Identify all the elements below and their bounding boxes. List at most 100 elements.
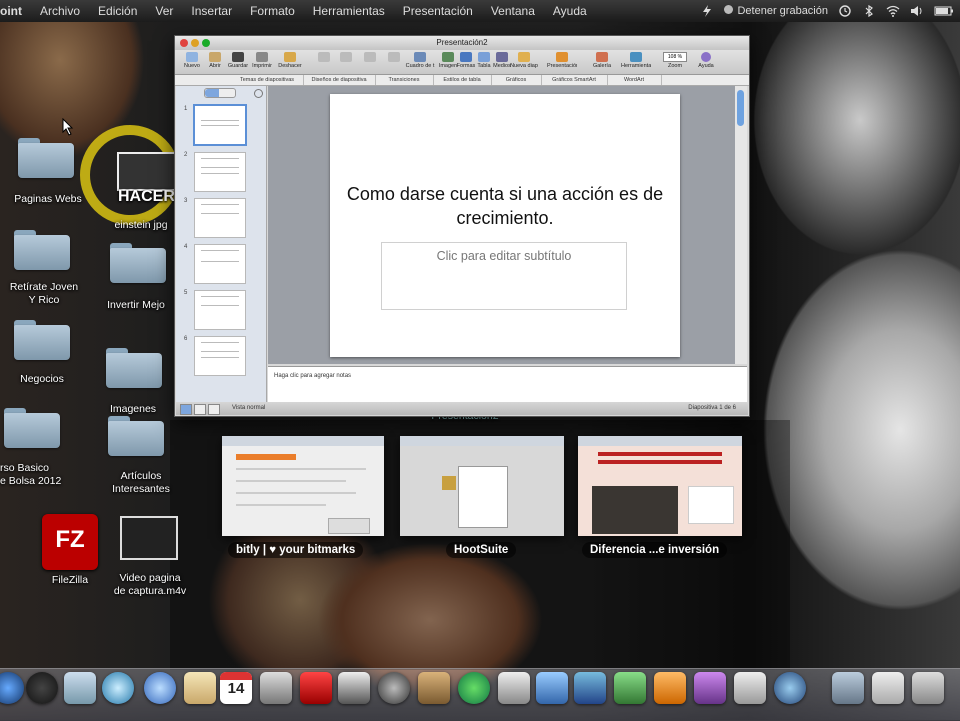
time-machine-dock-icon[interactable] — [458, 672, 490, 704]
slide-sorter-view-icon[interactable] — [194, 404, 206, 415]
skype-icon[interactable] — [574, 672, 606, 704]
window-title-bar[interactable]: Presentación2 — [175, 36, 749, 50]
undo-button[interactable]: Deshacer — [275, 52, 305, 74]
applications-folder-icon[interactable] — [832, 672, 864, 704]
messenger-icon[interactable] — [536, 672, 568, 704]
tab-transitions[interactable]: Transiciones — [375, 75, 434, 85]
entourage-icon[interactable] — [694, 672, 726, 704]
scroll-thumb[interactable] — [737, 90, 744, 126]
excel-icon[interactable] — [614, 672, 646, 704]
print-button[interactable]: Imprimir — [247, 52, 277, 74]
safari-icon[interactable] — [102, 672, 134, 704]
powerpoint-dock-icon[interactable] — [654, 672, 686, 704]
documents-stack-icon[interactable] — [872, 672, 904, 704]
video-thumbnail[interactable] — [120, 516, 178, 560]
tab-smartart[interactable]: Gráficos SmartArt — [541, 75, 608, 85]
slide-subtitle-placeholder[interactable]: Clic para editar subtítulo — [381, 242, 627, 310]
desktop-label-negocios[interactable]: Negocios — [4, 373, 80, 386]
expose-window-bitly[interactable] — [222, 436, 384, 536]
menu-formato[interactable]: Formato — [250, 4, 295, 18]
slide-thumbnail-4[interactable] — [194, 244, 246, 284]
folder-icon[interactable] — [18, 138, 74, 178]
filezilla-icon[interactable]: FZ — [42, 514, 98, 570]
slide-title[interactable]: Como darse cuenta si una acción es de cr… — [340, 182, 670, 230]
expose-label-hootsuite[interactable]: HootSuite — [446, 542, 517, 558]
desktop-label-articulos[interactable]: Artículos Interesantes — [108, 470, 174, 496]
downloads-icon[interactable] — [774, 672, 806, 704]
bluetooth-icon[interactable] — [862, 5, 876, 17]
textbox-button[interactable]: Cuadro de t — [405, 52, 435, 74]
preview-icon[interactable] — [64, 672, 96, 704]
close-window-icon[interactable] — [180, 39, 188, 47]
folder-icon[interactable] — [108, 416, 164, 456]
desktop-label-paginas[interactable]: Paginas Webs — [0, 193, 96, 206]
normal-view-icon[interactable] — [180, 404, 192, 415]
wifi-icon[interactable] — [886, 5, 900, 17]
expose-window-hootsuite[interactable] — [400, 436, 564, 536]
expose-label-diferencia[interactable]: Diferencia ...e inversión — [582, 542, 728, 558]
slideshow-view-icon[interactable] — [208, 404, 220, 415]
help-button[interactable]: Ayuda — [691, 52, 721, 74]
document-icon[interactable] — [734, 672, 766, 704]
menu-ver[interactable]: Ver — [155, 4, 173, 18]
desktop-label-curso[interactable]: rso Basico e Bolsa 2012 — [0, 462, 76, 488]
zoom-control[interactable]: 108 % Zoom — [661, 52, 689, 74]
current-slide[interactable]: Como darse cuenta si una acción es de cr… — [330, 94, 680, 357]
new-slide-button[interactable]: Nueva diap — [509, 52, 539, 74]
menu-presentacion[interactable]: Presentación — [403, 4, 473, 18]
zoom-value[interactable]: 108 % — [663, 52, 687, 62]
expose-label-bitly[interactable]: bitly | ♥ your bitmarks — [228, 542, 364, 558]
calendar-icon[interactable]: 14 — [220, 672, 252, 704]
folder-icon[interactable] — [106, 348, 162, 388]
slides-view-icon[interactable] — [205, 89, 219, 97]
menu-ayuda[interactable]: Ayuda — [553, 4, 587, 18]
slide-thumbnail-1[interactable] — [193, 104, 247, 146]
notes-pane[interactable]: Haga clic para agregar notas — [268, 366, 747, 403]
folder-icon[interactable] — [110, 243, 166, 283]
iphoto-icon[interactable] — [260, 672, 292, 704]
lightning-icon[interactable] — [700, 5, 714, 17]
image-capture-icon[interactable] — [338, 672, 370, 704]
compass-icon[interactable] — [378, 672, 410, 704]
desktop-label-imagenes[interactable]: Imagenes — [98, 403, 168, 416]
desktop-label-filezilla[interactable]: FileZilla — [38, 574, 102, 587]
folder-icon[interactable] — [14, 320, 70, 360]
ichat-icon[interactable] — [144, 672, 176, 704]
battery-icon[interactable] — [934, 5, 954, 17]
zoom-window-icon[interactable] — [202, 39, 210, 47]
record-status[interactable]: Detener grabación — [724, 5, 828, 17]
desktop-label-einstein[interactable]: einstein jpg — [106, 219, 176, 232]
toolbox-button[interactable]: Herramientas — [621, 52, 651, 74]
menu-herramientas[interactable]: Herramientas — [313, 4, 385, 18]
minimize-window-icon[interactable] — [191, 39, 199, 47]
folder-icon[interactable] — [14, 230, 70, 270]
slides-outline-toggle[interactable] — [204, 88, 236, 98]
vertical-scrollbar[interactable] — [735, 86, 747, 364]
desktop-label-video[interactable]: Video pagina de captura.m4v — [100, 572, 200, 598]
tab-slide-layouts[interactable]: Diseños de diapositiva — [303, 75, 376, 85]
desktop-label-invertir[interactable]: Invertir Mejo — [96, 299, 176, 312]
slide-thumbnail-2[interactable] — [194, 152, 246, 192]
tab-wordart[interactable]: WordArt — [607, 75, 662, 85]
system-preferences-icon[interactable] — [498, 672, 530, 704]
menu-insertar[interactable]: Insertar — [191, 4, 232, 18]
slide-thumbnail-5[interactable] — [194, 290, 246, 330]
slideshow-button[interactable]: Presentación — [547, 52, 577, 74]
gallery-button[interactable]: Galería — [587, 52, 617, 74]
tab-charts[interactable]: Gráficos — [491, 75, 542, 85]
desktop-label-retirate[interactable]: Retírate Joven Y Rico — [0, 281, 88, 307]
tab-table-styles[interactable]: Estilos de tabla — [433, 75, 492, 85]
slide-thumbnail-3[interactable] — [194, 198, 246, 238]
trash-icon[interactable] — [912, 672, 944, 704]
dashboard-icon[interactable] — [26, 672, 58, 704]
garageband-icon[interactable] — [418, 672, 450, 704]
einstein-image-thumbnail[interactable] — [117, 152, 177, 191]
folder-icon[interactable] — [4, 408, 60, 448]
menu-edicion[interactable]: Edición — [98, 4, 137, 18]
expose-window-diferencia[interactable] — [578, 436, 742, 536]
menu-app[interactable]: oint — [0, 4, 22, 18]
tab-slide-themes[interactable]: Temas de diapositivas — [231, 75, 304, 85]
close-pane-icon[interactable] — [254, 89, 263, 98]
photobooth-icon[interactable] — [300, 672, 332, 704]
address-book-icon[interactable] — [184, 672, 216, 704]
